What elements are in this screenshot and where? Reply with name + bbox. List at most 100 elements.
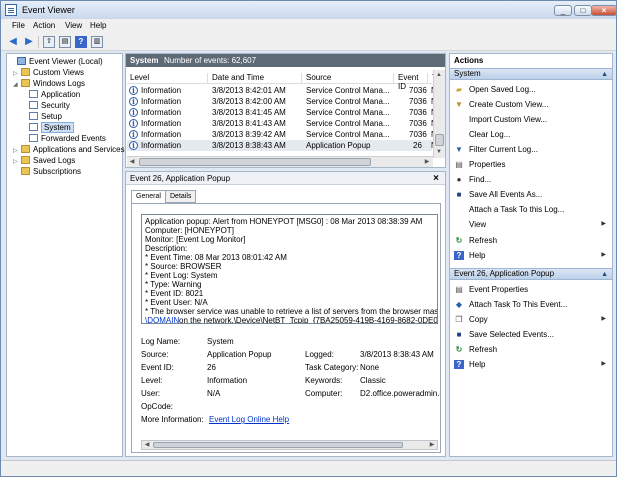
- information-icon: i: [129, 97, 138, 106]
- tab-general[interactable]: General: [131, 190, 166, 204]
- level-value: Information: [207, 376, 248, 385]
- column-source[interactable]: Source: [303, 73, 394, 83]
- task-icon: ◆: [455, 300, 463, 309]
- scroll-right-arrow-icon[interactable]: ▶: [427, 440, 437, 450]
- tree-item-forwarded-events[interactable]: Forwarded Events: [29, 133, 106, 144]
- folder-icon: [21, 167, 30, 175]
- collapse-arrow-icon[interactable]: ◢: [13, 80, 21, 91]
- information-icon: i: [129, 141, 138, 150]
- action-help[interactable]: ? Help ▶: [450, 249, 612, 262]
- action-refresh-event[interactable]: ↻ Refresh: [450, 343, 612, 356]
- event-description-box[interactable]: Application popup: Alert from HONEYPOT […: [141, 214, 438, 324]
- tree-item-system[interactable]: System: [29, 122, 74, 133]
- event-row[interactable]: i Information 3/8/2013 8:39:42 AM Servic…: [127, 129, 437, 140]
- event-list-vertical-scrollbar[interactable]: ▲ ▼: [433, 70, 445, 158]
- actions-group-system[interactable]: System ▲: [450, 68, 612, 80]
- tree-item-custom-views[interactable]: ▷ Custom Views: [13, 67, 84, 78]
- scroll-thumb[interactable]: [435, 134, 444, 146]
- close-icon[interactable]: ×: [433, 172, 439, 185]
- submenu-arrow-icon: ▶: [601, 221, 606, 227]
- tree-item-security[interactable]: Security: [29, 100, 70, 111]
- column-date-time[interactable]: Date and Time: [209, 73, 302, 83]
- information-icon: i: [129, 86, 138, 95]
- up-folder-icon[interactable]: ⇧: [43, 36, 55, 48]
- event-row-selected[interactable]: i Information 3/8/2013 8:38:43 AM Applic…: [127, 140, 437, 151]
- action-attach-task-to-log[interactable]: Attach a Task To this Log...: [450, 203, 612, 216]
- tree-item-event-viewer-local[interactable]: Event Viewer (Local): [9, 56, 103, 67]
- folder-icon: [21, 145, 30, 153]
- properties-icon: ▤: [455, 160, 463, 169]
- event-list-horizontal-scrollbar[interactable]: ◀ ▶: [127, 156, 433, 167]
- event-id-value: 26: [207, 363, 216, 372]
- submenu-arrow-icon: ▶: [601, 316, 606, 322]
- help-icon: ?: [454, 251, 464, 260]
- action-open-saved-log[interactable]: ▰ Open Saved Log...: [450, 83, 612, 96]
- event-log-online-help-link[interactable]: Event Log Online Help: [209, 415, 289, 424]
- scroll-down-arrow-icon[interactable]: ▼: [434, 147, 444, 157]
- computer-value: D2.office.poweradmin.co: [360, 389, 440, 398]
- action-event-properties[interactable]: ▤ Event Properties: [450, 283, 612, 296]
- scroll-left-arrow-icon[interactable]: ◀: [142, 440, 152, 450]
- information-icon: i: [129, 119, 138, 128]
- menu-action[interactable]: Action: [33, 21, 55, 30]
- log-icon: [29, 90, 38, 98]
- scroll-up-arrow-icon[interactable]: ▲: [434, 70, 444, 80]
- forward-arrow-icon[interactable]: ▶: [23, 36, 35, 48]
- menu-view[interactable]: View: [65, 21, 82, 30]
- show-hide-action-pane-icon[interactable]: ▥: [91, 36, 103, 48]
- submenu-arrow-icon: ▶: [601, 361, 606, 367]
- scroll-left-arrow-icon[interactable]: ◀: [127, 157, 137, 167]
- event-detail-title: Event 26, Application Popup: [130, 174, 231, 183]
- action-create-custom-view[interactable]: ▼ Create Custom View...: [450, 98, 612, 111]
- action-save-all-events[interactable]: ■ Save All Events As...: [450, 188, 612, 201]
- copy-icon: ❐: [455, 315, 463, 324]
- close-button[interactable]: ×: [591, 5, 617, 16]
- action-filter-current-log[interactable]: ▼ Filter Current Log...: [450, 143, 612, 156]
- maximize-button[interactable]: □: [574, 5, 592, 16]
- collapse-arrow-icon[interactable]: ▲: [601, 70, 608, 80]
- domain-link[interactable]: \DOMAIN: [145, 316, 179, 323]
- tab-details[interactable]: Details: [165, 190, 197, 203]
- log-icon: [29, 112, 38, 120]
- title-bar: Event Viewer _ □ ×: [1, 1, 617, 19]
- event-row[interactable]: i Information 3/8/2013 8:41:43 AM Servic…: [127, 118, 437, 129]
- action-view[interactable]: View ▶: [450, 218, 612, 231]
- tree-item-applications-and-services[interactable]: ▷ Applications and Services Lo: [13, 144, 136, 155]
- event-row[interactable]: i Information 3/8/2013 8:42:00 AM Servic…: [127, 96, 437, 107]
- tree-item-subscriptions[interactable]: Subscriptions: [13, 166, 81, 177]
- scroll-thumb[interactable]: [153, 442, 403, 448]
- action-properties[interactable]: ▤ Properties: [450, 158, 612, 171]
- information-icon: i: [129, 130, 138, 139]
- detail-horizontal-scrollbar[interactable]: ◀ ▶: [141, 440, 438, 450]
- action-save-selected-events[interactable]: ■ Save Selected Events...: [450, 328, 612, 341]
- tree-item-setup[interactable]: Setup: [29, 111, 62, 122]
- event-row[interactable]: i Information 3/8/2013 8:42:01 AM Servic…: [127, 85, 437, 96]
- back-arrow-icon[interactable]: ◀: [7, 36, 19, 48]
- logged-value: 3/8/2013 8:38:43 AM: [360, 350, 434, 359]
- action-import-custom-view[interactable]: Import Custom View...: [450, 113, 612, 126]
- folder-open-icon: ▰: [455, 85, 463, 94]
- minimize-button[interactable]: _: [554, 5, 572, 16]
- show-hide-console-tree-icon[interactable]: ▤: [59, 36, 71, 48]
- help-icon[interactable]: ?: [75, 36, 87, 48]
- collapse-arrow-icon[interactable]: ▲: [601, 270, 608, 280]
- scroll-thumb[interactable]: [139, 158, 371, 166]
- action-clear-log[interactable]: Clear Log...: [450, 128, 612, 141]
- menu-file[interactable]: File: [12, 21, 25, 30]
- menu-help[interactable]: Help: [90, 21, 106, 30]
- filter-icon: ▼: [455, 145, 463, 154]
- column-event-id[interactable]: Event ID: [395, 73, 428, 91]
- action-copy[interactable]: ❐ Copy ▶: [450, 313, 612, 326]
- actions-pane: Actions System ▲ ▰ Open Saved Log... ▼ Cre…: [449, 53, 613, 457]
- scroll-right-arrow-icon[interactable]: ▶: [422, 157, 432, 167]
- action-attach-task-to-event[interactable]: ◆ Attach Task To This Event...: [450, 298, 612, 311]
- tree-item-saved-logs[interactable]: ▷ Saved Logs: [13, 155, 75, 166]
- actions-group-event[interactable]: Event 26, Application Popup ▲: [450, 268, 612, 280]
- action-refresh[interactable]: ↻ Refresh: [450, 234, 612, 247]
- column-level[interactable]: Level: [127, 73, 208, 83]
- event-row[interactable]: i Information 3/8/2013 8:41:45 AM Servic…: [127, 107, 437, 118]
- tree-item-windows-logs[interactable]: ◢ Windows Logs: [13, 78, 85, 89]
- tree-item-application[interactable]: Application: [29, 89, 80, 100]
- action-find[interactable]: ● Find...: [450, 173, 612, 186]
- action-help-event[interactable]: ? Help ▶: [450, 358, 612, 371]
